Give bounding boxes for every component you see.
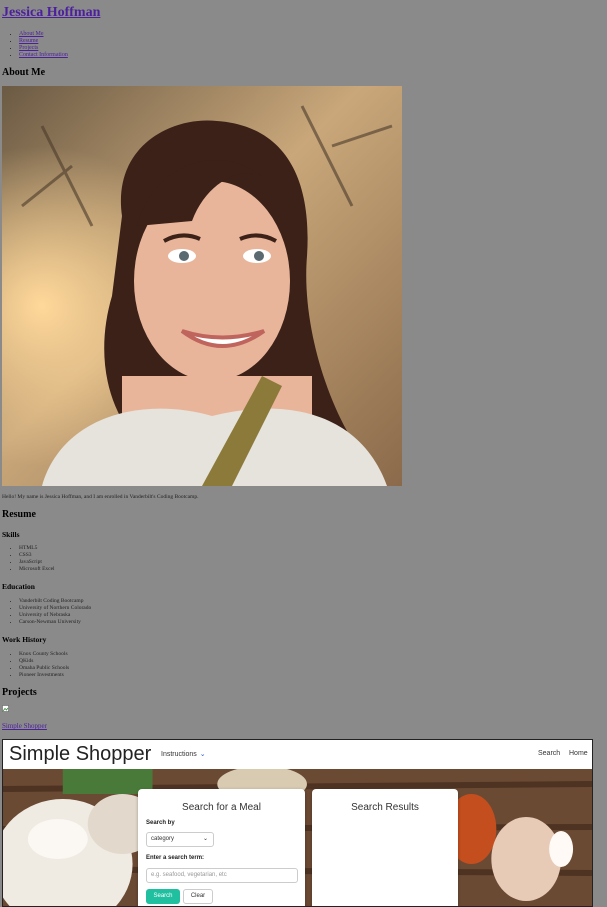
project-link-wrapper: Simple Shopper <box>2 722 47 730</box>
projects-heading: Projects <box>2 687 37 698</box>
project-screenshot[interactable]: Simple Shopper Instructions ⌄ Search Home… <box>2 739 593 907</box>
nav-item-resume: Resume <box>19 38 68 45</box>
screenshot-nav-search: Search <box>538 750 561 757</box>
work-list: Knox County Schools QKids Omaha Public S… <box>2 651 69 679</box>
nav-link-about[interactable]: About Me <box>19 31 44 37</box>
skills-heading: Skills <box>2 530 20 539</box>
site-title-link[interactable]: Jessica Hoffman <box>2 5 100 20</box>
screenshot-nav-home: Home <box>569 750 588 757</box>
list-item: University of Northern Colorado <box>19 605 91 612</box>
list-item: CSS3 <box>19 552 55 559</box>
nav-item-projects: Projects <box>19 45 68 52</box>
chevron-down-icon: ⌄ <box>199 751 206 758</box>
screenshot-instructions: Instructions ⌄ <box>161 751 206 758</box>
search-button: Search <box>146 889 180 904</box>
list-item: Vanderbilt Coding Bootcamp <box>19 598 91 605</box>
results-card-title: Search Results <box>351 802 419 813</box>
list-item: Microsoft Excel <box>19 566 55 573</box>
nav-item-about: About Me <box>19 31 68 38</box>
list-item: Omaha Public Schools <box>19 665 69 672</box>
bio-text: Hello! My name is Jessica Hoffman, and I… <box>2 494 199 500</box>
broken-image-icon <box>2 705 9 712</box>
search-by-select: category ⌄ <box>146 832 214 847</box>
list-item: Knox County Schools <box>19 651 69 658</box>
list-item: JavaScript <box>19 559 55 566</box>
search-term-label: Enter a search term: <box>146 855 205 861</box>
list-item: Carson-Newman University <box>19 619 91 626</box>
work-heading: Work History <box>2 635 47 644</box>
chevron-down-icon: ⌄ <box>202 836 208 842</box>
search-card: Search for a Meal Search by category ⌄ E… <box>138 789 305 906</box>
list-item: HTML5 <box>19 545 55 552</box>
results-card: Search Results <box>312 789 458 906</box>
search-by-label: Search by <box>146 820 175 826</box>
nav-link-resume[interactable]: Resume <box>19 38 38 44</box>
education-list: Vanderbilt Coding Bootcamp University of… <box>2 598 91 626</box>
nav-link-contact[interactable]: Contact Information <box>19 52 68 58</box>
nav-link-projects[interactable]: Projects <box>19 45 38 51</box>
search-card-title: Search for a Meal <box>182 802 261 813</box>
main-nav: About Me Resume Projects Contact Informa… <box>2 31 68 59</box>
search-term-input: e.g. seafood, vegetarian, etc <box>146 868 298 883</box>
education-heading: Education <box>2 582 35 591</box>
profile-photo <box>2 86 402 486</box>
list-item: Pioneer Investments <box>19 672 69 679</box>
resume-heading: Resume <box>2 509 36 520</box>
screenshot-brand: Simple Shopper <box>9 743 152 765</box>
project-link-simple-shopper[interactable]: Simple Shopper <box>2 722 47 730</box>
clear-button: Clear <box>183 889 213 904</box>
skills-list: HTML5 CSS3 JavaScript Microsoft Excel <box>2 545 55 573</box>
about-heading: About Me <box>2 67 46 78</box>
list-item: University of Nebraska <box>19 612 91 619</box>
list-item: QKids <box>19 658 69 665</box>
site-title: Jessica Hoffman <box>2 5 100 21</box>
screenshot-navbar: Simple Shopper Instructions ⌄ Search Home <box>3 740 592 769</box>
nav-item-contact: Contact Information <box>19 52 68 59</box>
